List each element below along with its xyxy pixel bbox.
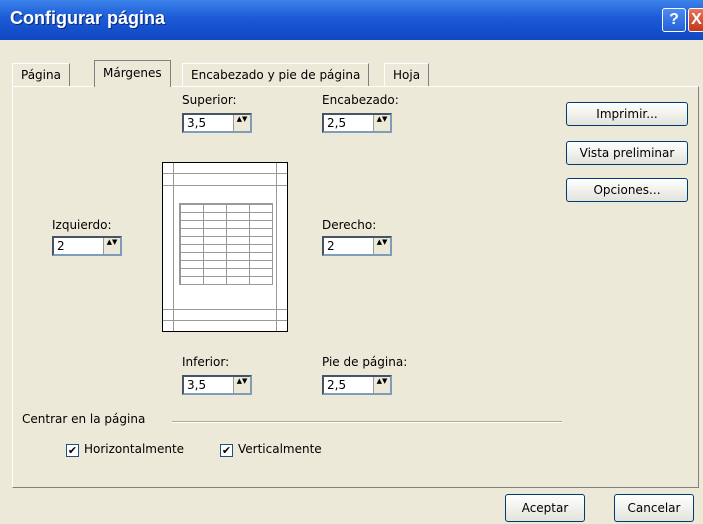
help-button[interactable]: ?: [662, 8, 686, 32]
spin-arrows-icon[interactable]: ▲▼: [373, 238, 390, 254]
print-preview-button[interactable]: Vista preliminar: [566, 141, 688, 165]
right-margin-label: Derecho:: [322, 218, 377, 232]
top-margin-spinner[interactable]: 3,5 ▲▼: [182, 113, 252, 133]
preview-guide-line: [163, 173, 287, 174]
tab-margenes[interactable]: Márgenes: [94, 60, 171, 87]
left-margin-spinner[interactable]: 2 ▲▼: [52, 236, 122, 256]
spin-arrows-icon[interactable]: ▲▼: [233, 115, 250, 131]
preview-guide-line: [163, 309, 287, 310]
preview-table-grid: [179, 203, 273, 285]
tab-encabezado-pie[interactable]: Encabezado y pie de página: [182, 63, 370, 86]
spin-arrows-icon[interactable]: ▲▼: [373, 115, 390, 131]
bottom-margin-value[interactable]: 3,5: [187, 378, 206, 392]
vertical-label[interactable]: Verticalmente: [238, 442, 322, 456]
tab-hoja[interactable]: Hoja: [384, 63, 430, 86]
cancel-button[interactable]: Cancelar: [614, 494, 694, 522]
bottom-margin-spinner[interactable]: 3,5 ▲▼: [182, 375, 252, 395]
preview-guide-line: [276, 163, 277, 331]
page-preview: [162, 162, 288, 332]
preview-guide-line: [163, 320, 287, 321]
bottom-margin-label: Inferior:: [182, 355, 230, 369]
top-margin-value[interactable]: 3,5: [187, 116, 206, 130]
footer-margin-label: Pie de página:: [322, 355, 408, 369]
spin-arrows-icon[interactable]: ▲▼: [233, 377, 250, 393]
header-margin-label: Encabezado:: [322, 93, 399, 107]
title-bar[interactable]: Configurar página ? X: [0, 0, 703, 40]
right-margin-value[interactable]: 2: [327, 239, 335, 253]
horizontal-checkbox[interactable]: ✔: [66, 444, 79, 457]
print-button[interactable]: Imprimir...: [566, 102, 688, 126]
left-margin-value[interactable]: 2: [57, 239, 65, 253]
tab-pagina[interactable]: Página: [12, 63, 70, 86]
left-margin-label: Izquierdo:: [52, 218, 112, 232]
window-title: Configurar página: [10, 8, 166, 28]
vertical-checkbox[interactable]: ✔: [220, 444, 233, 457]
preview-guide-line: [163, 185, 287, 186]
header-margin-spinner[interactable]: 2,5 ▲▼: [322, 113, 392, 133]
header-margin-value[interactable]: 2,5: [327, 116, 346, 130]
spin-arrows-icon[interactable]: ▲▼: [103, 238, 120, 254]
section-divider: [172, 421, 562, 423]
right-margin-spinner[interactable]: 2 ▲▼: [322, 236, 392, 256]
options-button[interactable]: Opciones...: [566, 178, 688, 202]
top-margin-label: Superior:: [182, 93, 237, 107]
preview-guide-line: [173, 163, 174, 331]
footer-margin-value[interactable]: 2,5: [327, 378, 346, 392]
horizontal-label[interactable]: Horizontalmente: [84, 442, 184, 456]
spin-arrows-icon[interactable]: ▲▼: [373, 377, 390, 393]
ok-button[interactable]: Aceptar: [505, 494, 585, 522]
close-button[interactable]: X: [688, 8, 703, 32]
center-section-label: Centrar en la página: [22, 412, 146, 426]
footer-margin-spinner[interactable]: 2,5 ▲▼: [322, 375, 392, 395]
